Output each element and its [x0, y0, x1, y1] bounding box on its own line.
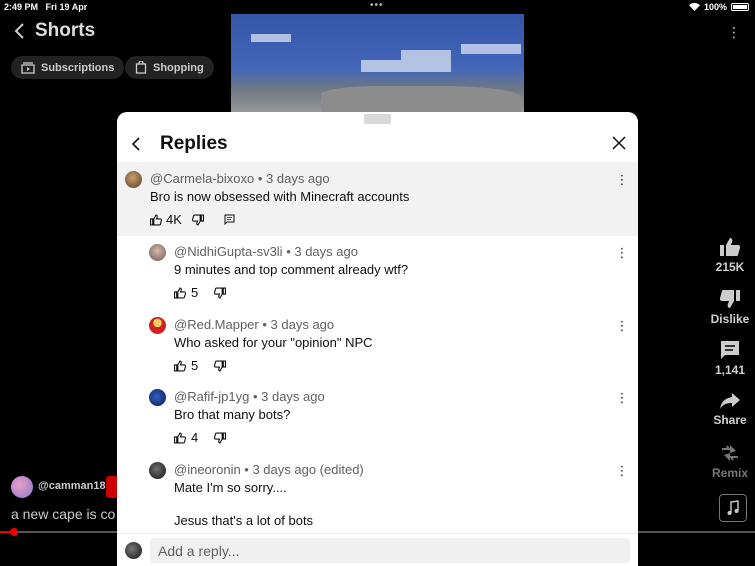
comment-time: 3 days ago (edited) — [252, 462, 364, 477]
like-count: 5 — [191, 285, 199, 300]
comment-text: 9 minutes and top comment already wtf? — [174, 262, 409, 277]
comment-actions: 5 — [174, 358, 227, 373]
user-avatar — [125, 542, 142, 559]
share-label: Share — [713, 413, 747, 427]
comment-text-line: Jesus that's a lot of bots — [174, 513, 314, 528]
like-count: 5 — [191, 358, 199, 373]
remix-label: Remix — [711, 466, 749, 480]
progress-scrubber[interactable] — [10, 528, 18, 536]
comment-time: 3 days ago — [266, 171, 330, 186]
chip-label: Shopping — [153, 61, 204, 74]
comment-actions: 5 — [174, 285, 227, 300]
channel-avatar[interactable] — [11, 476, 33, 498]
channel-name[interactable]: @camman18 — [38, 480, 106, 492]
thumbs-up-icon[interactable] — [174, 287, 186, 299]
thumbs-up-icon[interactable] — [150, 214, 162, 226]
comment-meta: @ineoronin • 3 days ago (edited) — [174, 462, 364, 477]
reply-bar — [117, 533, 638, 566]
parent-comment: @Carmela-bixoxo • 3 days ago Bro is now … — [117, 162, 638, 236]
reply-input[interactable] — [150, 538, 630, 563]
comment-meta: @Rafif-jp1yg • 3 days ago — [174, 389, 325, 404]
comment-author[interactable]: @Red.Mapper — [174, 317, 259, 332]
comment-author[interactable]: @ineoronin — [174, 462, 241, 477]
drag-handle[interactable] — [364, 114, 391, 124]
comment-time: 3 days ago — [270, 317, 335, 332]
share-icon — [720, 393, 740, 409]
commenter-avatar[interactable] — [149, 389, 166, 406]
comment-meta: @Red.Mapper • 3 days ago — [174, 317, 335, 332]
page-title: Shorts — [35, 20, 96, 41]
multitasking-dots-icon[interactable]: ••• — [370, 0, 384, 11]
thumbs-down-icon[interactable] — [191, 214, 204, 226]
wifi-icon — [688, 3, 700, 11]
status-bar: 2:49 PM Fri 19 Apr ••• 100% — [0, 0, 755, 14]
comment-text-line: Mate I'm so sorry.... — [174, 480, 287, 495]
like-count: 215K — [715, 260, 745, 274]
back-arrow-icon[interactable] — [12, 22, 28, 40]
audio-track-button[interactable] — [719, 494, 747, 522]
thumbs-down-icon[interactable] — [214, 432, 227, 444]
comment-time: 3 days ago — [261, 389, 325, 404]
comment-meta: @Carmela-bixoxo • 3 days ago — [150, 171, 330, 186]
comment-count: 1,141 — [714, 363, 746, 377]
subscriptions-icon — [21, 61, 35, 74]
thumbs-up-icon[interactable] — [174, 432, 186, 444]
comment-author[interactable]: @Carmela-bixoxo — [150, 171, 254, 186]
comment-actions: 4 — [174, 430, 227, 445]
commenter-avatar[interactable] — [149, 317, 166, 334]
like-count: 4 — [191, 430, 199, 445]
battery-icon — [731, 3, 749, 11]
comment-actions: 4K — [150, 212, 235, 227]
reply-item: @ineoronin • 3 days ago (edited) Mate I'… — [117, 454, 638, 533]
commenter-avatar[interactable] — [149, 462, 166, 479]
comment-author[interactable]: @NidhiGupta-sv3li — [174, 244, 283, 259]
chip-subscriptions[interactable]: Subscriptions — [11, 56, 125, 79]
remix-icon — [722, 445, 738, 461]
shopping-bag-icon — [135, 61, 147, 74]
comment-more-icon[interactable]: ⋮ — [616, 172, 629, 186]
replies-sheet: Replies @Carmela-bixoxo • 3 days ago Bro… — [117, 112, 638, 566]
more-options-icon[interactable]: ⋮ — [727, 24, 741, 41]
status-time: 2:49 PM Fri 19 Apr — [4, 2, 88, 12]
like-count: 4K — [166, 212, 182, 227]
dislike-button[interactable]: Dislike — [707, 289, 753, 326]
thumbs-up-icon — [720, 238, 741, 256]
chip-label: Subscriptions — [41, 61, 115, 74]
comment-time: 3 days ago — [294, 244, 358, 259]
reply-item: @NidhiGupta-sv3li • 3 days ago 9 minutes… — [117, 236, 638, 309]
close-icon[interactable] — [611, 135, 627, 151]
commenter-avatar[interactable] — [149, 244, 166, 261]
reply-item: @Rafif-jp1yg • 3 days ago Bro that many … — [117, 381, 638, 454]
comment-icon — [721, 341, 739, 359]
comments-button[interactable]: 1,141 — [707, 340, 753, 377]
sheet-title: Replies — [160, 133, 228, 154]
thumbs-down-icon — [719, 290, 740, 308]
thumbs-down-icon[interactable] — [214, 360, 227, 372]
comment-text: Who asked for your "opinion" NPC — [174, 335, 373, 350]
comment-text: Bro is now obsessed with Minecraft accou… — [150, 189, 410, 204]
dislike-label: Dislike — [710, 312, 750, 326]
like-button[interactable]: 215K — [707, 237, 753, 274]
thumbs-up-icon[interactable] — [174, 360, 186, 372]
battery-percent: 100% — [703, 2, 727, 12]
comment-author[interactable]: @Rafif-jp1yg — [174, 389, 249, 404]
comment-meta: @NidhiGupta-sv3li • 3 days ago — [174, 244, 358, 259]
back-arrow-icon[interactable] — [129, 135, 143, 153]
sheet-header: Replies — [117, 112, 638, 162]
reply-item: @Red.Mapper • 3 days ago Who asked for y… — [117, 309, 638, 381]
comment-text: Bro that many bots? — [174, 407, 291, 422]
commenter-avatar[interactable] — [125, 171, 142, 188]
comment-more-icon[interactable]: ⋮ — [616, 390, 629, 404]
video-frame[interactable] — [231, 14, 524, 114]
music-note-icon — [727, 500, 739, 515]
remix-button[interactable]: Remix — [707, 443, 753, 480]
thumbs-down-icon[interactable] — [214, 287, 227, 299]
video-caption[interactable]: a new cape is co — [11, 506, 115, 522]
share-button[interactable]: Share — [707, 392, 753, 427]
comment-more-icon[interactable]: ⋮ — [616, 463, 629, 477]
comment-more-icon[interactable]: ⋮ — [616, 318, 629, 332]
comment-more-icon[interactable]: ⋮ — [616, 245, 629, 259]
chip-shopping[interactable]: Shopping — [125, 56, 214, 79]
reply-comment-icon[interactable] — [224, 214, 235, 225]
